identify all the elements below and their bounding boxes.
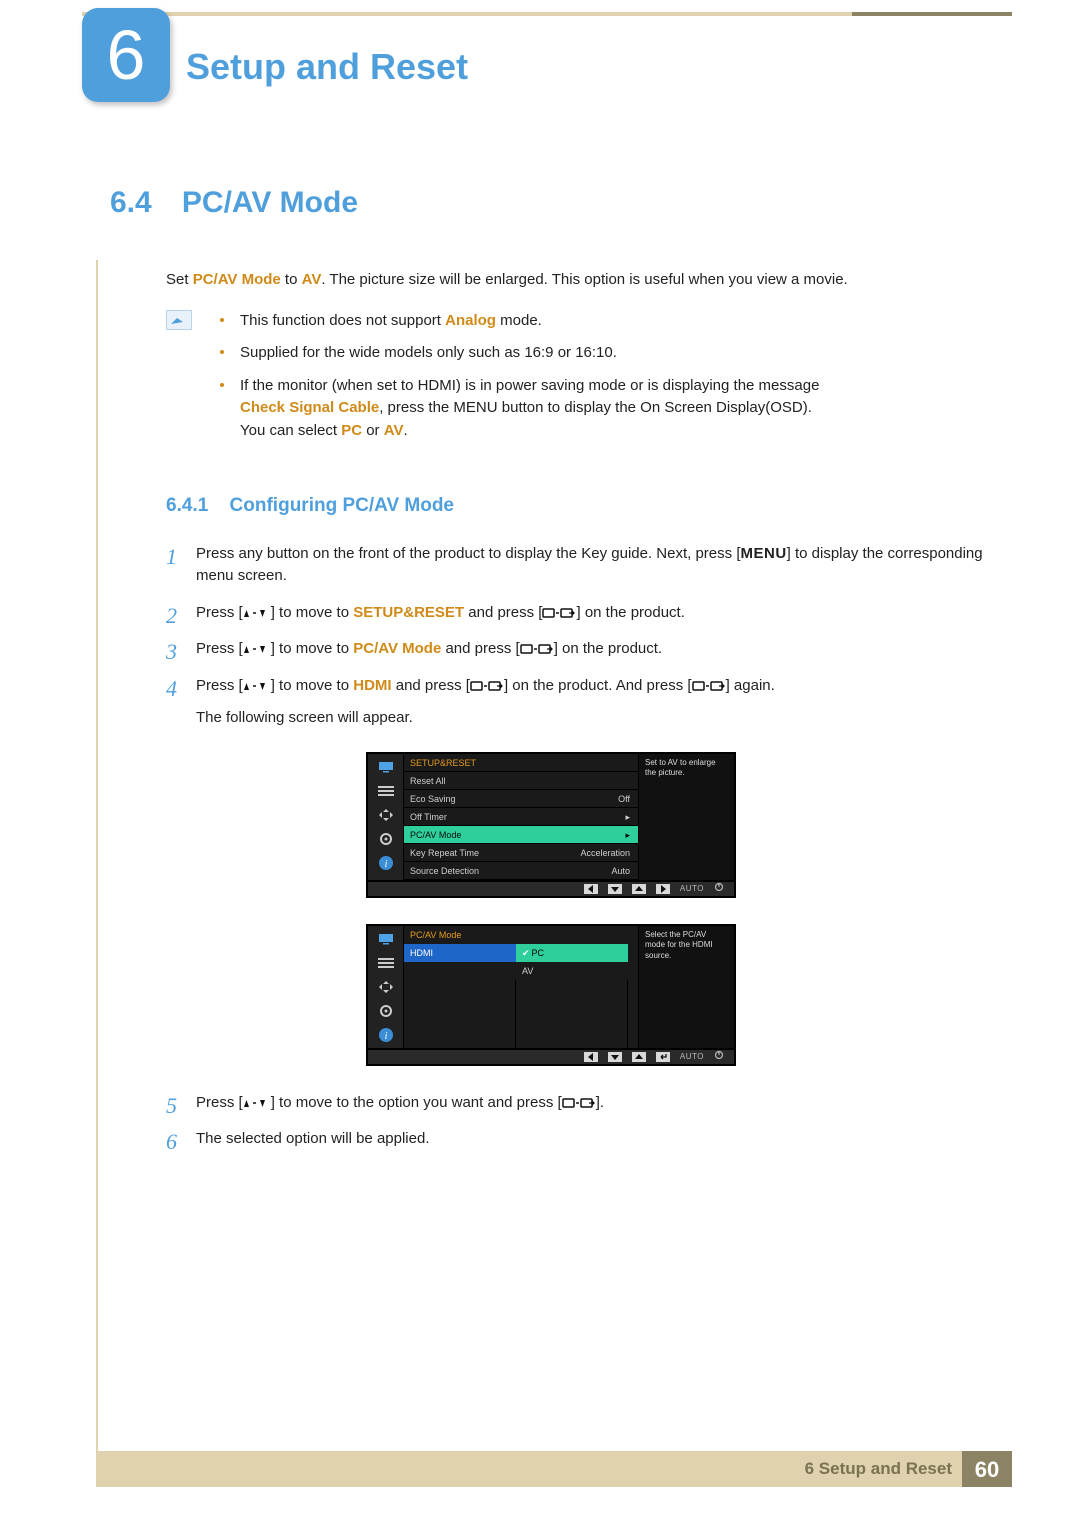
- osd-row: Key Repeat TimeAcceleration: [404, 844, 638, 862]
- step-list: Press any button on the front of the pro…: [166, 543, 1000, 1151]
- step-item: Press [] to move to the option you want …: [166, 1092, 1000, 1115]
- up-down-icon: [243, 679, 271, 693]
- step-item: Press [] to move to PC/AV Mode and press…: [166, 638, 1000, 661]
- enter-source-icon: [562, 1096, 596, 1110]
- section-title: PC/AV Mode: [182, 186, 358, 219]
- note-item: If the monitor (when set to HDMI) is in …: [220, 375, 1000, 443]
- section-number: 6.4: [110, 186, 152, 219]
- osd-setup-reset: i SETUP&RESET Reset All Eco SavingOff Of…: [366, 752, 736, 898]
- menu-key: MENU: [740, 545, 786, 562]
- resize-icon: [377, 808, 395, 822]
- note-item: This function does not support Analog mo…: [220, 310, 1000, 333]
- osd-help-text: Select the PC/AV mode for the HDMI sourc…: [638, 926, 734, 1048]
- osd-nav-bar: AUTO: [366, 882, 736, 898]
- osd-row: Reset All: [404, 772, 638, 790]
- gear-icon: [377, 1004, 395, 1018]
- nav-auto-label: AUTO: [680, 1051, 704, 1063]
- nav-enter-icon: [656, 1052, 670, 1062]
- enter-source-icon: [692, 679, 726, 693]
- osd-nav-bar: AUTO: [366, 1050, 736, 1066]
- osd-source-selected: HDMI: [404, 944, 516, 962]
- enter-source-icon: [520, 642, 554, 656]
- gear-icon: [377, 832, 395, 846]
- osd-option-selected: ✔PC: [516, 944, 628, 962]
- nav-up-icon: [632, 1052, 646, 1062]
- intro-paragraph: Set PC/AV Mode to AV. The picture size w…: [166, 269, 1000, 292]
- osd-option: AV: [516, 962, 628, 980]
- osd-pcav-mode: i PC/AV Mode HDMI ✔PC AV: [366, 924, 736, 1066]
- osd-sidebar: i: [368, 754, 404, 880]
- subsection-title: Configuring PC/AV Mode: [230, 495, 454, 516]
- up-down-icon: [243, 606, 271, 620]
- nav-right-icon: [656, 884, 670, 894]
- note-list: This function does not support Analog mo…: [220, 310, 1000, 453]
- nav-up-icon: [632, 884, 646, 894]
- subsection-number: 6.4.1: [166, 495, 208, 516]
- power-icon: [714, 1050, 724, 1064]
- info-icon: i: [377, 856, 395, 870]
- osd-header: SETUP&RESET: [404, 754, 638, 772]
- monitor-icon: [377, 760, 395, 774]
- osd-row: Source DetectionAuto: [404, 862, 638, 880]
- up-down-icon: [243, 642, 271, 656]
- nav-left-icon: [584, 1052, 598, 1062]
- svg-text:i: i: [384, 1031, 387, 1042]
- osd-help-text: Set to AV to enlarge the picture.: [638, 754, 734, 880]
- list-icon: [377, 956, 395, 970]
- osd-sidebar: i: [368, 926, 404, 1048]
- resize-icon: [377, 980, 395, 994]
- osd-row: Eco SavingOff: [404, 790, 638, 808]
- note-block: This function does not support Analog mo…: [166, 310, 1000, 453]
- svg-text:i: i: [384, 859, 387, 870]
- nav-down-icon: [608, 884, 622, 894]
- enter-source-icon: [470, 679, 504, 693]
- subsection-heading: 6.4.1 Configuring PC/AV Mode: [166, 492, 1000, 521]
- monitor-icon: [377, 932, 395, 946]
- nav-left-icon: [584, 884, 598, 894]
- page-footer: 6 Setup and Reset 60: [96, 1451, 1012, 1487]
- chapter-badge: 6: [82, 8, 170, 102]
- note-item: Supplied for the wide models only such a…: [220, 342, 1000, 365]
- osd-row: HDMI ✔PC: [404, 944, 638, 962]
- footer-page-number: 60: [962, 1451, 1012, 1487]
- note-icon: [166, 310, 192, 330]
- power-icon: [714, 882, 724, 896]
- step-item: Press [] to move to SETUP&RESET and pres…: [166, 602, 1000, 625]
- top-rule-accent: [852, 12, 1012, 16]
- step-item: Press any button on the front of the pro…: [166, 543, 1000, 588]
- info-icon: i: [377, 1028, 395, 1042]
- enter-source-icon: [542, 606, 576, 620]
- chapter-title: Setup and Reset: [186, 40, 468, 94]
- osd-row: Off Timer▸: [404, 808, 638, 826]
- list-icon: [377, 784, 395, 798]
- chapter-number: 6: [107, 3, 146, 108]
- nav-down-icon: [608, 1052, 622, 1062]
- osd-header: PC/AV Mode: [404, 926, 638, 944]
- up-down-icon: [243, 1096, 271, 1110]
- footer-label: 6 Setup and Reset: [805, 1456, 952, 1482]
- osd-row-selected: PC/AV Mode▸: [404, 826, 638, 844]
- step-item: The selected option will be applied.: [166, 1128, 1000, 1151]
- osd-row: AV: [404, 962, 638, 980]
- nav-auto-label: AUTO: [680, 883, 704, 895]
- step-item: Press [] to move to HDMI and press [] on…: [166, 675, 1000, 1066]
